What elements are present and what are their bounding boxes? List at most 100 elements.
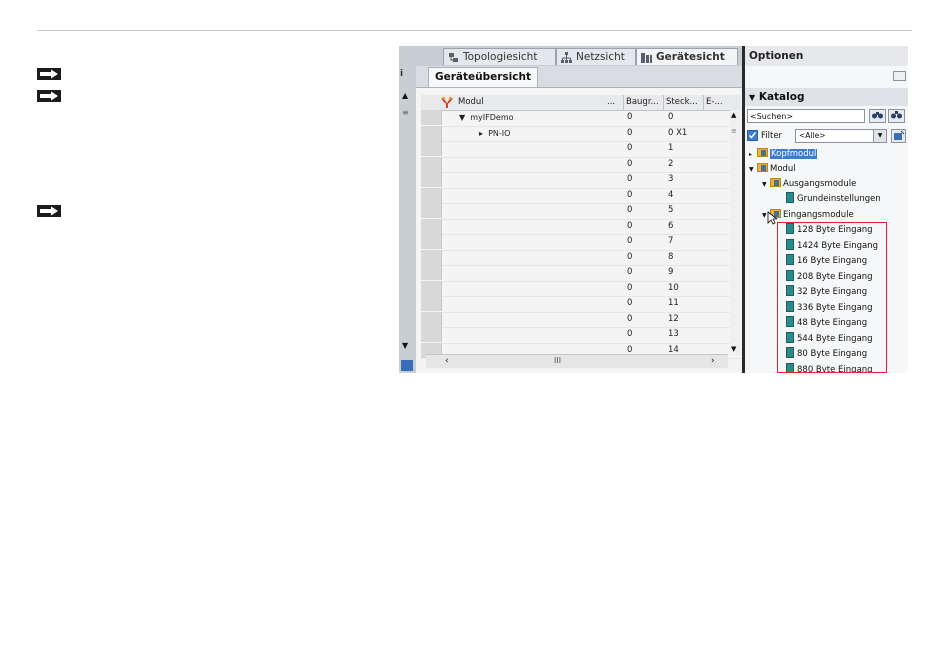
katalog-title: Katalog [758,91,805,103]
cell-baugr: 0 [627,143,633,153]
scroll-right-icon[interactable]: › [711,355,715,367]
table-row[interactable]: 0 11 [421,296,741,313]
panel-scroll-down-icon[interactable]: ▼ [402,341,408,350]
table-row[interactable]: ▼ myIFDemo 0 0 [421,110,741,127]
device-overview-tab[interactable]: Geräteübersicht [428,67,538,87]
tree-node-modul[interactable]: ▼ Modul [749,162,796,176]
binoculars-up-icon [891,111,902,119]
catalog-settings-button[interactable] [891,129,906,143]
table-row[interactable]: ▸ PN-IO 0 0 X1 [421,125,741,142]
katalog-header[interactable]: ▼ Katalog [745,88,908,106]
cell-baugr: 0 [627,282,633,293]
scroll-grip-icon: ≡ [731,127,737,135]
device-overview-panel: Modul ... Baugr... Steck... E-... ▼ myIF… [401,87,742,373]
left-panel-scroll[interactable]: ▲ ≡ ▼ [401,91,413,356]
filter-value: <Alle> [799,131,826,140]
table-row[interactable]: 05 [421,203,741,220]
table-row[interactable]: 01 [421,141,741,158]
collapse-icon: ▼ [749,166,754,173]
tab-device[interactable]: Gerätesicht [636,48,738,65]
cell-baugr: 0 [627,329,633,339]
device-icon [641,52,652,63]
col-header-modul[interactable]: Modul [458,95,558,111]
minimize-icon[interactable] [893,71,906,81]
table-row[interactable]: 03 [421,172,741,189]
table-row[interactable]: 0 10 [421,280,741,297]
cell-baugr: 0 [627,267,633,277]
cell-baugr: 0 [627,220,633,231]
cell-baugr: 0 [627,174,633,184]
cell-steck: 6 [668,220,674,231]
search-up-button[interactable] [888,109,905,123]
horizontal-scrollbar[interactable]: ‹ III › [426,354,728,368]
module-icon [786,192,794,203]
cell-steck: 9 [668,267,674,277]
cell-baugr: 0 [627,189,633,200]
tab-label: Topologiesicht [463,51,538,63]
table-row[interactable]: 08 [421,249,741,266]
tree-node-kopfmodul[interactable]: ▸ Kopfmodul [749,147,818,161]
panel-scroll-up-icon[interactable]: ▲ [402,91,408,100]
info-icon: i [400,69,404,79]
filter-checkbox[interactable] [747,130,758,141]
properties-icon[interactable] [401,360,413,371]
dropdown-arrow-icon[interactable]: ▼ [873,130,886,142]
folder-icon [757,163,768,172]
search-input[interactable]: <Suchen> [747,109,865,123]
table-row[interactable]: 07 [421,234,741,251]
cell-steck: 7 [668,236,674,246]
scroll-left-icon[interactable]: ‹ [445,355,449,367]
search-down-button[interactable] [869,109,886,123]
module-name: PN-IO [488,128,511,138]
cell-baugr: 0 [627,112,633,122]
cell-baugr: 0 [627,158,633,169]
col-header-baugruppentraeger[interactable]: Baugr... [623,95,664,111]
cell-baugr: 0 [627,127,633,138]
cell-steck: 12 [668,313,679,324]
cell-baugr: 0 [627,313,633,324]
table-row[interactable]: 06 [421,218,741,235]
tia-portal-screenshot: Topologiesicht Netzsicht Gerätesicht i G… [399,46,908,373]
filter-row: Filter [747,129,795,143]
view-tabs: Topologiesicht Netzsicht Gerätesicht [399,46,742,66]
col-header-dots[interactable]: ... [607,95,619,111]
folder-icon [757,148,768,157]
cell-steck: 5 [668,205,674,215]
topology-icon [449,52,458,62]
tab-label: Netzsicht [576,51,625,63]
vertical-scrollbar[interactable]: ▲ ≡ ▼ [730,110,741,355]
collapse-icon: ▼ [762,181,767,188]
table-row[interactable]: 0 13 [421,327,741,344]
cell-baugr: 0 [627,251,633,262]
tree-node-grundeinstellungen[interactable]: Grundeinstellungen [786,192,881,206]
cell-steck: 11 [668,298,679,308]
arrow-icon [37,205,61,217]
table-row[interactable]: 09 [421,265,741,282]
filter-label: Filter [761,131,783,141]
module-name: myIFDemo [470,113,514,122]
tab-topology[interactable]: Topologiesicht [443,48,556,65]
scroll-down-icon[interactable]: ▼ [731,345,736,353]
tree-node-ausgangsmodule[interactable]: ▼ Ausgangsmodule [762,177,856,191]
col-header-e-adresse[interactable]: E-... [703,95,730,111]
table-row[interactable]: 0 12 [421,311,741,328]
cell-steck: 13 [668,329,679,339]
col-header-steckplatz[interactable]: Steck... [663,95,704,111]
table-row[interactable]: 04 [421,187,741,204]
tab-network[interactable]: Netzsicht [556,48,636,65]
scroll-up-icon[interactable]: ▲ [731,111,736,119]
arrow-icon [37,68,61,80]
cell-steck: 1 [668,143,674,153]
mouse-cursor-icon [767,211,777,225]
module-tree-icon [441,95,453,111]
chevron-down-icon: ▼ [749,93,756,102]
filter-select[interactable]: <Alle> ▼ [795,129,887,143]
cell-baugr: 0 [627,236,633,246]
cell-steck: 8 [668,251,674,262]
catalog-icon [894,130,905,140]
table-row[interactable]: 02 [421,156,741,173]
tab-label: Gerätesicht [656,51,725,63]
highlight-box [777,222,887,373]
top-rule [37,30,912,31]
scroll-thumb-grip[interactable]: III [554,355,561,367]
